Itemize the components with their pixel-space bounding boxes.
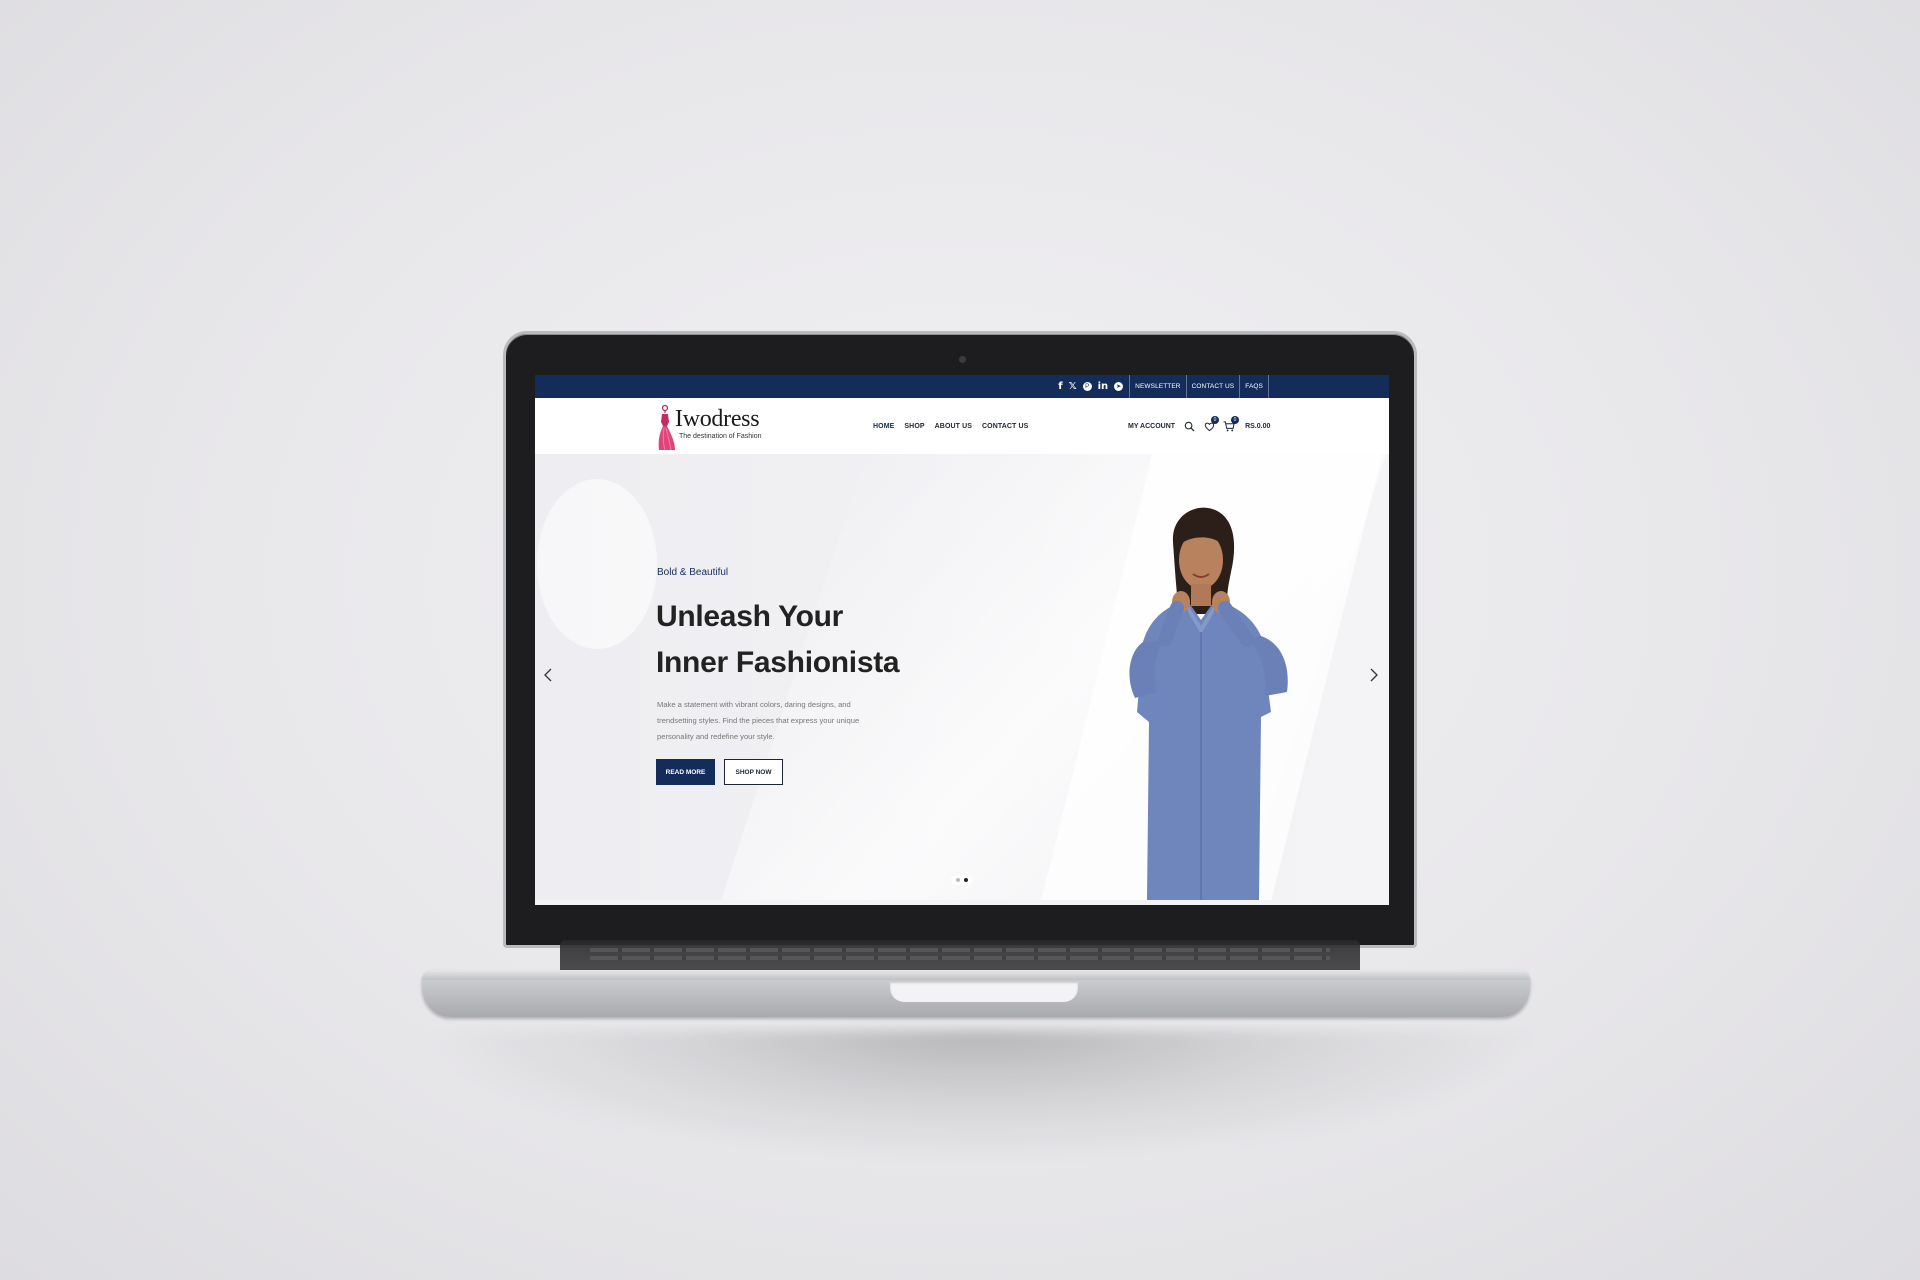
- hero-title-line: Unleash Your: [656, 600, 844, 633]
- wishlist-count-badge: 0: [1211, 416, 1220, 424]
- hero-description-line: personality and redefine your style.: [657, 732, 775, 741]
- hero-slider: Bold & Beautiful Unleash Your Inner Fash…: [535, 454, 1389, 900]
- shop-now-button[interactable]: SHOP NOW: [724, 759, 783, 785]
- hero-title-line: Inner Fashionista: [656, 646, 900, 679]
- hero-title: Unleash Your Inner Fashionista: [656, 594, 956, 686]
- linkedin-icon[interactable]: in: [1098, 381, 1109, 392]
- laptop-opening-notch: [890, 982, 1078, 1002]
- newsletter-link[interactable]: NEWSLETTER: [1129, 375, 1185, 398]
- brand-name: Iwodress: [675, 406, 760, 432]
- top-contact-link[interactable]: CONTACT US: [1185, 375, 1240, 398]
- hero-description-line: Make a statement with vibrant colors, da…: [657, 700, 851, 709]
- nav-about-us[interactable]: ABOUT US: [935, 423, 972, 430]
- header-actions: MY ACCOUNT 0 0 RS.0.00: [1128, 398, 1270, 454]
- slider-prev-arrow-icon[interactable]: [541, 664, 555, 686]
- slider-next-arrow-icon[interactable]: [1367, 664, 1381, 686]
- decorative-circle: [537, 479, 657, 649]
- slider-dot-active[interactable]: [964, 878, 968, 882]
- slider-pagination: [951, 875, 973, 885]
- slider-dot[interactable]: [956, 878, 960, 882]
- telegram-icon[interactable]: ➤: [1114, 382, 1124, 391]
- logo[interactable]: Iwodress The destination of Fashion: [657, 404, 767, 451]
- my-account-link[interactable]: MY ACCOUNT: [1128, 423, 1175, 430]
- cart-total[interactable]: RS.0.00: [1245, 423, 1270, 430]
- x-icon[interactable]: 𝕏: [1069, 381, 1077, 392]
- faqs-link[interactable]: FAQS: [1239, 375, 1269, 398]
- brand-tagline: The destination of Fashion: [679, 433, 762, 440]
- keyboard: [560, 940, 1360, 970]
- laptop-shadow: [430, 1030, 1530, 1160]
- webcam: [959, 356, 966, 363]
- site-header: Iwodress The destination of Fashion HOME…: [535, 398, 1389, 454]
- wishlist-icon[interactable]: 0: [1203, 416, 1220, 432]
- search-icon[interactable]: [1183, 420, 1195, 432]
- pinterest-icon[interactable]: P: [1082, 382, 1092, 391]
- facebook-icon[interactable]: f: [1058, 381, 1062, 392]
- read-more-button[interactable]: READ MORE: [656, 759, 715, 785]
- main-nav: HOME SHOP ABOUT US CONTACT US: [873, 398, 1028, 454]
- hero-description: Make a statement with vibrant colors, da…: [657, 697, 872, 745]
- social-links: f 𝕏 P in ➤: [1058, 381, 1124, 392]
- laptop-screen: f 𝕏 P in ➤ NEWSLETTER CONTACT US FAQS Iw…: [535, 375, 1389, 905]
- top-bar: f 𝕏 P in ➤ NEWSLETTER CONTACT US FAQS: [535, 375, 1389, 398]
- model-photo: [1129, 507, 1288, 900]
- laptop-base-edge: [422, 970, 1530, 980]
- nav-home[interactable]: HOME: [873, 423, 894, 430]
- cart-icon[interactable]: 0: [1223, 416, 1240, 432]
- hero-eyebrow: Bold & Beautiful: [657, 567, 729, 578]
- nav-shop[interactable]: SHOP: [904, 423, 924, 430]
- nav-contact-us[interactable]: CONTACT US: [982, 423, 1028, 430]
- cart-count-badge: 0: [1231, 416, 1240, 424]
- hero-description-line: trendsetting styles. Find the pieces tha…: [657, 716, 860, 725]
